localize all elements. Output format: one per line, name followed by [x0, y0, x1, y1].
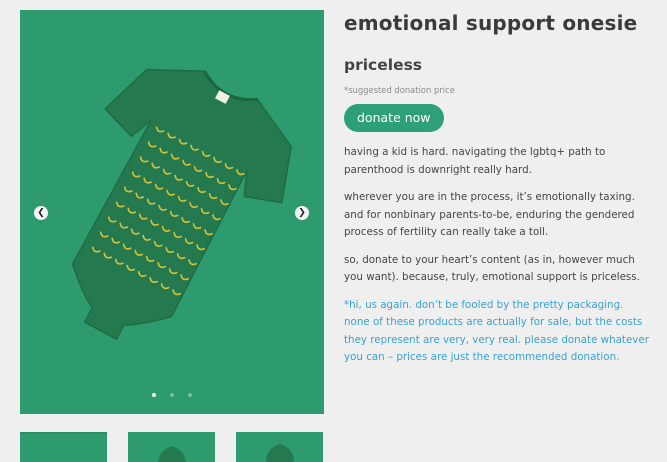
chevron-left-icon: ❮	[37, 207, 45, 218]
thumbnail-1[interactable]	[20, 432, 107, 462]
description-paragraph-1: having a kid is hard. navigating the lgb…	[344, 146, 606, 176]
slide-indicator	[20, 393, 324, 397]
description-paragraph-2: wherever you are in the process, it’s em…	[344, 191, 635, 238]
slide-dot-2[interactable]	[170, 393, 174, 397]
next-slide-button[interactable]: ❯	[295, 206, 309, 220]
slide-dot-1[interactable]	[152, 393, 156, 397]
onesie-product-photo	[20, 10, 324, 414]
thumbnail-3[interactable]	[236, 432, 323, 462]
product-info: emotional support onesie priceless *sugg…	[344, 10, 652, 367]
donate-now-button[interactable]: donate now	[344, 104, 444, 132]
thumbnail-2[interactable]	[128, 432, 215, 462]
product-image-gallery[interactable]: ❮ ❯	[20, 10, 324, 414]
product-price: priceless	[344, 56, 423, 74]
description-paragraph-3: so, donate to your heart’s content (as i…	[344, 253, 640, 284]
slide-dot-3[interactable]	[188, 393, 192, 397]
price-note: *suggested donation price	[344, 85, 455, 95]
chevron-right-icon: ❯	[298, 207, 306, 218]
product-title: emotional support onesie	[344, 11, 638, 35]
previous-slide-button[interactable]: ❮	[34, 206, 48, 220]
donation-disclaimer: *hi, us again. don’t be fooled by the pr…	[344, 298, 649, 364]
thumbnail-strip	[20, 432, 323, 462]
